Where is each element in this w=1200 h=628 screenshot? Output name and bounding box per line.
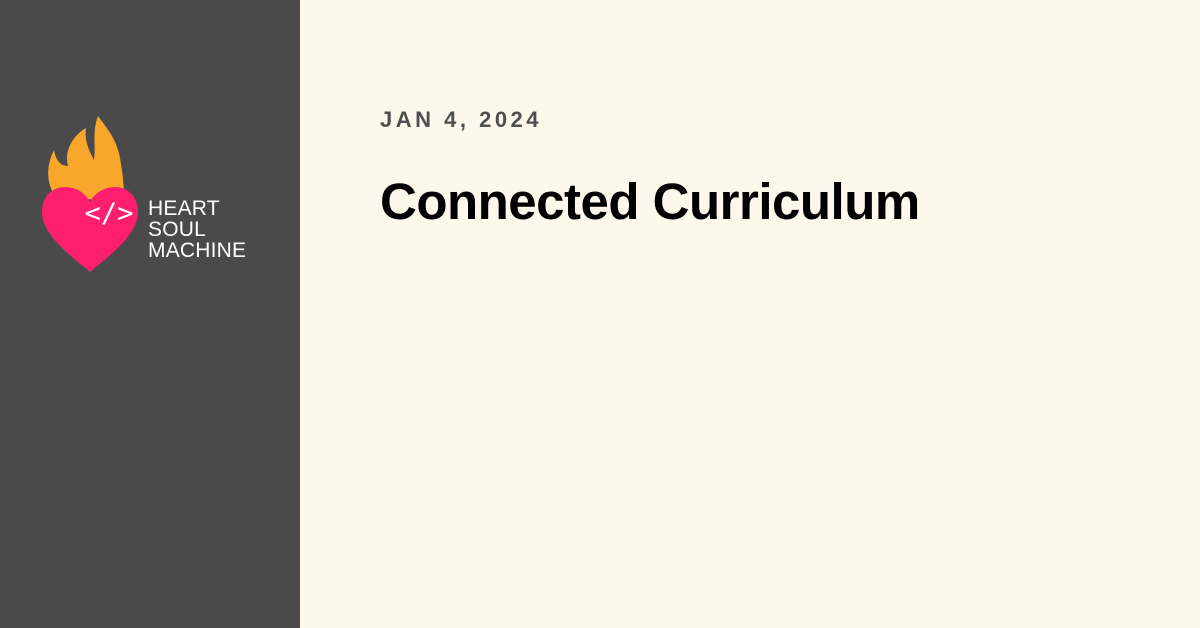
heart-soul-machine-logo[interactable]: </> HEART SOUL MACHINE xyxy=(40,114,270,276)
wordmark-line: MACHINE xyxy=(148,239,247,262)
flaming-heart-code-icon: </> xyxy=(42,116,138,272)
code-glyph: </> xyxy=(85,198,134,229)
post-title: Connected Curriculum xyxy=(380,173,920,230)
wordmark-line: HEART xyxy=(148,197,220,220)
post-content-area: JAN 4, 2024 Connected Curriculum xyxy=(300,0,1200,628)
post-date: JAN 4, 2024 xyxy=(380,107,543,132)
brand-sidebar: </> HEART SOUL MACHINE xyxy=(0,0,300,628)
logo-wordmark: HEART SOUL MACHINE xyxy=(148,198,246,261)
wordmark-line: SOUL xyxy=(148,218,206,241)
